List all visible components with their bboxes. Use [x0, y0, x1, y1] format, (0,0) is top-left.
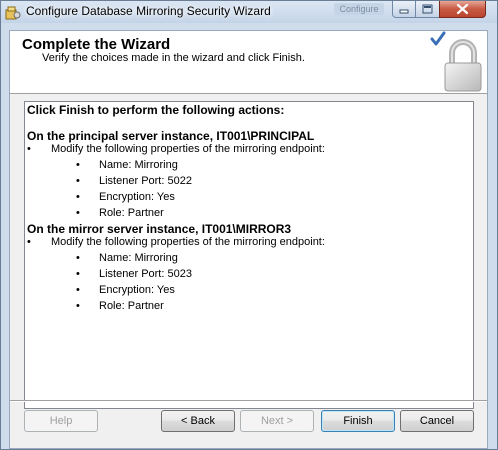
minimize-icon	[399, 9, 409, 14]
maximize-icon	[422, 4, 433, 14]
property-text: Name: Mirroring	[99, 252, 178, 264]
property-text: Role: Partner	[99, 300, 164, 312]
wizard-window: Configure Database Mirroring Security Wi…	[0, 0, 498, 450]
property-text: Encryption: Yes	[99, 284, 175, 296]
summary-intro: Click Finish to perform the following ac…	[27, 103, 285, 117]
property-text: Name: Mirroring	[99, 159, 178, 171]
property-text: Listener Port: 5022	[99, 175, 192, 187]
next-button[interactable]: Next >	[240, 410, 314, 432]
wizard-app-icon	[5, 6, 21, 20]
maximize-button[interactable]	[415, 1, 440, 18]
background-window-title: Configure	[334, 3, 384, 15]
property-text: Role: Partner	[99, 207, 164, 219]
page-title: Complete the Wizard	[22, 36, 171, 53]
finish-button[interactable]: Finish	[321, 410, 395, 432]
window-title: Configure Database Mirroring Security Wi…	[26, 4, 271, 18]
action-text: Modify the following properties of the m…	[51, 143, 325, 155]
help-button[interactable]: Help	[24, 410, 98, 432]
footer-divider	[10, 400, 487, 402]
close-icon	[456, 3, 469, 15]
padlock-checkmark-icon	[430, 31, 482, 92]
title-bar[interactable]: Configure Database Mirroring Security Wi…	[1, 1, 497, 23]
summary-textbox[interactable]: Click Finish to perform the following ac…	[24, 101, 474, 409]
close-button[interactable]	[439, 1, 486, 18]
property-text: Encryption: Yes	[99, 191, 175, 203]
wizard-header: Complete the Wizard Verify the choices m…	[10, 31, 487, 94]
property-text: Listener Port: 5023	[99, 268, 192, 280]
cancel-button[interactable]: Cancel	[400, 410, 474, 432]
back-button[interactable]: < Back	[161, 410, 235, 432]
section-heading-principal: On the principal server instance, IT001\…	[27, 129, 315, 143]
page-subtitle: Verify the choices made in the wizard an…	[42, 52, 305, 64]
wizard-page: Complete the Wizard Verify the choices m…	[9, 30, 488, 449]
minimize-button[interactable]	[392, 1, 416, 18]
action-text: Modify the following properties of the m…	[51, 236, 325, 248]
section-heading-mirror: On the mirror server instance, IT001\MIR…	[27, 222, 292, 236]
